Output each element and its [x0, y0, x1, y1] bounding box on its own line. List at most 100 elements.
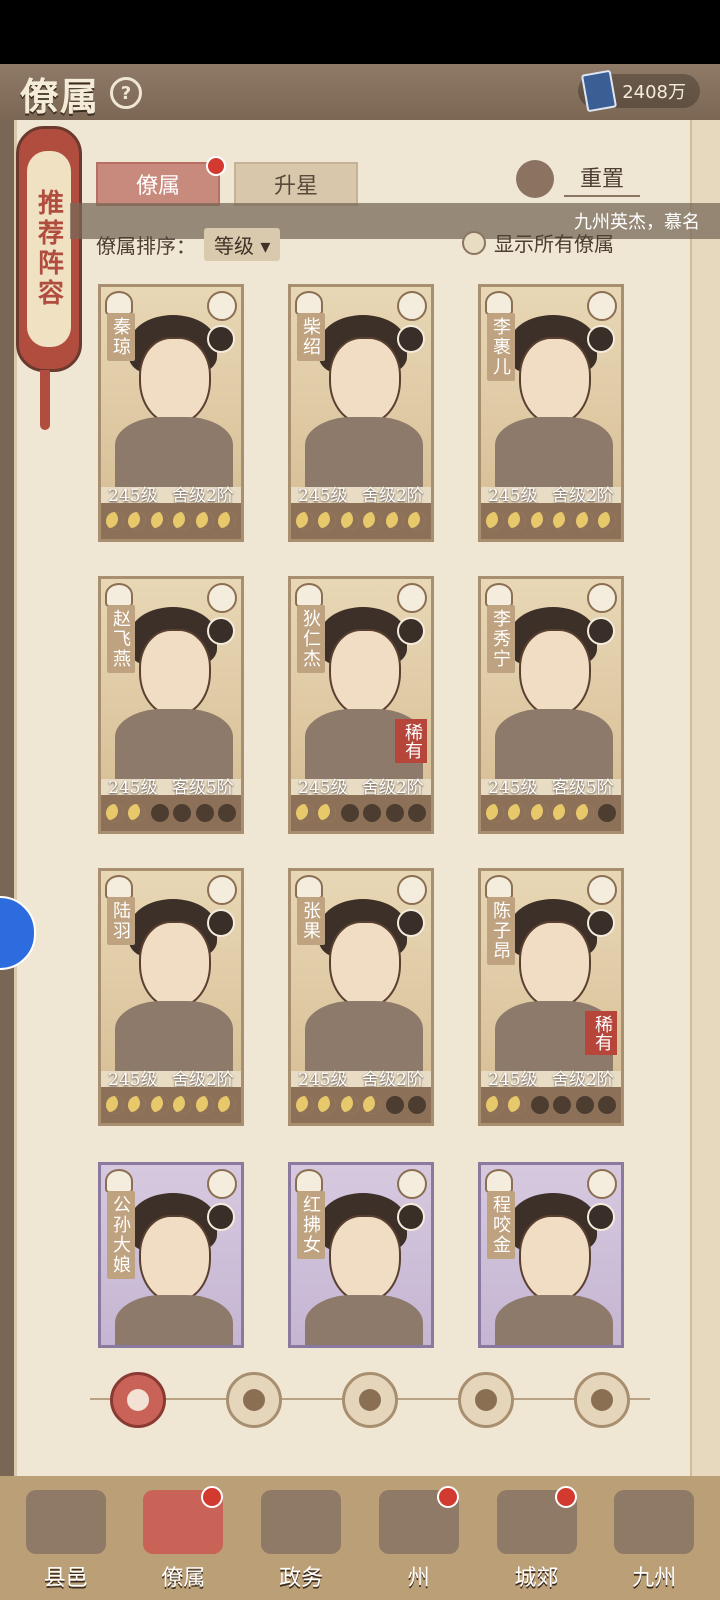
reset-button[interactable]: 重置 — [515, 160, 640, 198]
moon-icon — [553, 804, 572, 822]
nav-government[interactable]: 政务 — [249, 1482, 353, 1592]
rank-text: 舍级2阶 — [171, 1070, 234, 1090]
subordinate-card[interactable]: 柴绍 245级 舍级2阶 — [288, 284, 434, 542]
nav-suburbs[interactable]: 城郊 — [485, 1482, 589, 1592]
moon-icon — [128, 512, 147, 530]
character-name: 秦琼 — [107, 313, 135, 361]
rank-text: 客级5阶 — [551, 778, 614, 798]
rare-badge: 稀有 — [585, 1011, 617, 1055]
character-face — [329, 921, 401, 1009]
filter-all-button[interactable] — [110, 1372, 166, 1428]
tab-subordinates[interactable]: 僚属 — [96, 156, 226, 206]
helmet-icon — [243, 1389, 265, 1411]
moon-icon — [408, 804, 427, 822]
star-row — [291, 795, 431, 831]
show-all-toggle[interactable]: 显示所有僚属 — [462, 228, 614, 257]
notification-dot — [206, 156, 226, 176]
character-face — [139, 629, 211, 717]
subordinate-card[interactable]: 张果 245级 舍级2阶 — [288, 868, 434, 1126]
avatar — [397, 909, 425, 937]
card-info: 245级 客级5阶 — [101, 773, 241, 798]
book-right-edge — [690, 104, 720, 1524]
recommended-lineup-button[interactable]: 推荐阵容 — [16, 126, 82, 372]
sort-label: 僚属排序： — [96, 234, 196, 258]
subordinate-card[interactable]: 陆羽 245级 舍级2阶 — [98, 868, 244, 1126]
subordinate-card[interactable]: 程咬金 — [478, 1162, 624, 1348]
subordinate-card[interactable]: 公孙大娘 — [98, 1162, 244, 1348]
character-name: 红拂女 — [297, 1191, 325, 1259]
character-face — [519, 1215, 591, 1303]
tab-label: 僚属 — [135, 174, 180, 199]
moon-icon — [150, 512, 169, 530]
moon-icon — [128, 804, 147, 822]
nav-label: 县邑 — [43, 1566, 88, 1591]
element-icon — [587, 1169, 617, 1199]
moon-icon — [485, 1096, 504, 1114]
filter-cat-button[interactable] — [342, 1372, 398, 1428]
rank-text: 舍级2阶 — [361, 486, 424, 506]
subordinate-card[interactable]: 红拂女 — [288, 1162, 434, 1348]
class-icon — [485, 583, 513, 607]
moon-icon — [363, 512, 382, 530]
avatar — [397, 325, 425, 353]
moon-icon — [195, 804, 214, 822]
star-row — [291, 503, 431, 539]
avatar — [207, 325, 235, 353]
subordinate-card[interactable]: 秦琼 245级 舍级2阶 — [98, 284, 244, 542]
currency-display[interactable]: 2408万 — [578, 69, 700, 113]
star-row — [481, 503, 621, 539]
moon-icon — [508, 512, 527, 530]
character-name: 赵飞燕 — [107, 605, 135, 673]
moon-icon — [485, 512, 504, 530]
filter-fan-button[interactable] — [458, 1372, 514, 1428]
subordinate-card[interactable]: 李秀宁 245级 客级5阶 — [478, 576, 624, 834]
character-body — [115, 1001, 233, 1071]
show-all-label: 显示所有僚属 — [494, 232, 614, 256]
subordinate-card[interactable]: 狄仁杰 稀有 245级 舍级2阶 — [288, 576, 434, 834]
filter-helmet-button[interactable] — [226, 1372, 282, 1428]
character-name: 柴绍 — [297, 313, 325, 361]
show-all-radio[interactable] — [462, 230, 486, 255]
nav-state[interactable]: 州 — [367, 1482, 471, 1592]
moon-icon — [598, 512, 617, 530]
element-icon — [397, 1169, 427, 1199]
recommended-lineup-label: 推荐阵容 — [27, 151, 71, 347]
documents-icon — [261, 1490, 342, 1554]
nav-county[interactable]: 县邑 — [14, 1482, 118, 1592]
nav-label: 政务 — [279, 1566, 324, 1591]
star-row — [101, 503, 241, 539]
moon-icon — [318, 512, 337, 530]
subordinate-card[interactable]: 李裹儿 245级 舍级2阶 — [478, 284, 624, 542]
star-row — [481, 1087, 621, 1123]
nav-nine-provinces[interactable]: 九州 — [602, 1482, 706, 1592]
class-icon — [485, 291, 513, 315]
tab-star-up[interactable]: 升星 — [234, 162, 358, 206]
nav-label: 州 — [407, 1566, 430, 1591]
help-icon[interactable]: ? — [110, 77, 143, 109]
level-text: 245级 — [108, 778, 158, 798]
moon-icon — [553, 1096, 572, 1114]
card-info: 245级 客级5阶 — [481, 773, 621, 798]
element-icon — [207, 583, 237, 613]
subordinate-card[interactable]: 赵飞燕 245级 客级5阶 — [98, 576, 244, 834]
currency-value: 2408万 — [622, 82, 686, 103]
moon-icon — [105, 512, 124, 530]
rare-badge: 稀有 — [395, 719, 427, 763]
class-icon — [485, 1169, 513, 1193]
character-body — [115, 709, 233, 779]
level-text: 245级 — [298, 1070, 348, 1090]
moon-icon — [295, 512, 314, 530]
moon-icon — [340, 1096, 359, 1114]
element-icon — [207, 291, 237, 321]
moon-icon — [530, 1096, 549, 1114]
status-bar — [0, 0, 720, 64]
rank-text: 舍级2阶 — [551, 486, 614, 506]
sort-dropdown[interactable]: 等级 ▾ — [204, 228, 281, 261]
level-text: 245级 — [108, 1070, 158, 1090]
filter-lion-button[interactable] — [574, 1372, 630, 1428]
character-face — [519, 921, 591, 1009]
star-row — [101, 795, 241, 831]
subordinate-card[interactable]: 陈子昂 稀有 245级 舍级2阶 — [478, 868, 624, 1126]
moon-icon — [530, 804, 549, 822]
nav-subordinates[interactable]: 僚属 — [131, 1482, 235, 1592]
